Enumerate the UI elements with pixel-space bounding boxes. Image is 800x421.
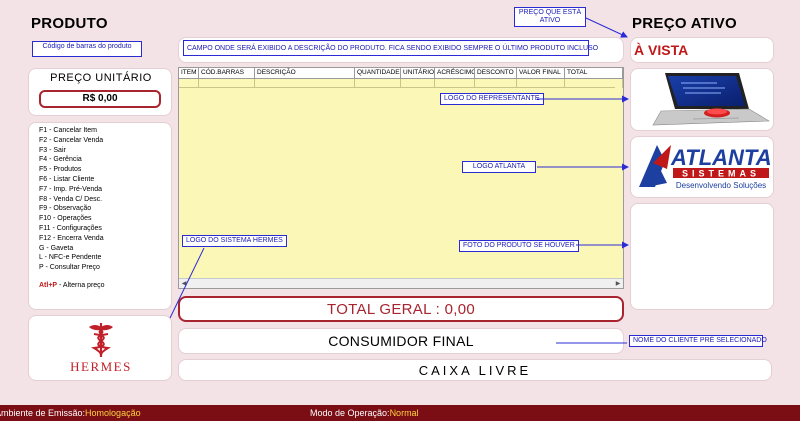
- env-value: Homologação: [85, 408, 141, 418]
- env-label: Ambiente de Emissão:: [0, 408, 86, 418]
- emission-environment: Ambiente de Emissão:Homologação: [0, 405, 141, 421]
- hermes-logo-arrow: [169, 247, 205, 319]
- status-bar: Ambiente de Emissão:Homologação Modo de …: [0, 405, 800, 421]
- operation-mode: Modo de Operação:Normal: [310, 405, 419, 421]
- mode-label: Modo de Operação:: [310, 408, 390, 418]
- callout-arrows: [169, 17, 629, 344]
- mode-value: Normal: [389, 408, 419, 418]
- price-active-arrow: [585, 17, 628, 38]
